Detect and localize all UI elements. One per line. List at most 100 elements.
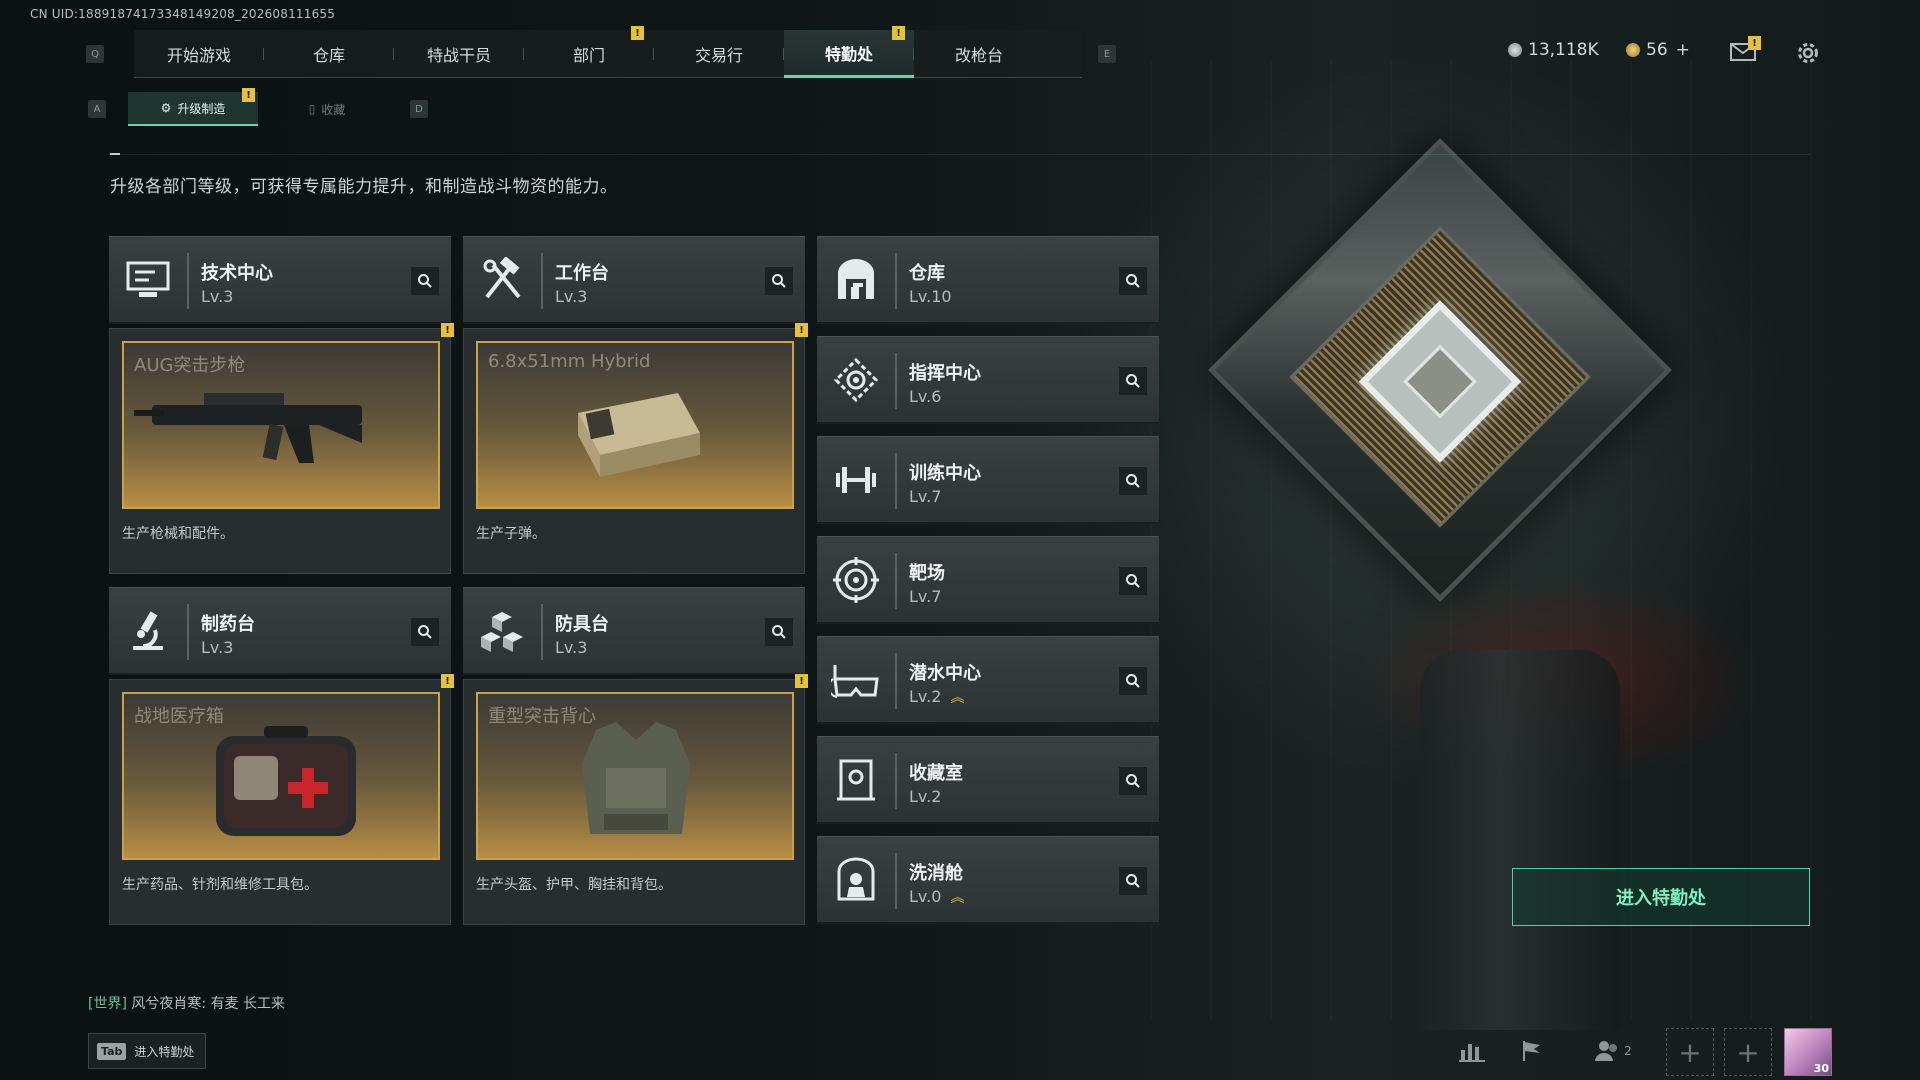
dept-decon-chamber[interactable]: 洗消舱 Lv.0 ︽ [817,836,1159,924]
craft-alert-badge: ! [441,674,454,688]
dept-tech-center[interactable]: 技术中心 Lv.3 [109,236,451,324]
dept-pharmacy[interactable]: 制药台 Lv.3 [109,587,451,675]
world-chat-line[interactable]: [世界] 风兮夜肖寒: 有麦 长工来 [88,993,285,1013]
craft-item-image[interactable]: 重型突击背心 [476,692,794,860]
decon-icon [831,855,881,905]
separator [895,453,897,509]
search-button[interactable] [765,267,793,295]
separator [895,353,897,409]
dept-workbench[interactable]: 工作台 Lv.3 [463,236,805,324]
dept-level-row: Lv.0 ︽ [909,887,965,907]
dept-level: Lv.3 [555,287,588,306]
dept-collection-room[interactable]: 收藏室 Lv.2 [817,736,1159,824]
settings-button[interactable] [1794,39,1822,67]
token-icon [1626,43,1640,57]
search-button[interactable] [411,618,439,646]
dept-level: Lv.0 [909,887,942,906]
search-icon [1126,374,1140,388]
tab-collection[interactable]: ▯ 收藏 [262,92,392,126]
dept-shooting-range[interactable]: 靶场 Lv.7 [817,536,1159,624]
tab-enter-hint[interactable]: Tab 进入特勤处 [88,1033,206,1069]
search-button[interactable] [1119,367,1147,395]
craft-description: 生产药品、针剂和维修工具包。 [122,877,318,893]
warehouse-icon [831,255,881,305]
separator [895,753,897,809]
player-avatar[interactable]: 30 [1784,1028,1832,1076]
search-icon [1126,774,1140,788]
chat-colon: : [201,996,211,1012]
dept-name: 靶场 [909,563,945,584]
search-icon [772,625,786,639]
plus-icon: + [1678,1035,1702,1069]
tab-gunsmith[interactable]: 改枪台 [914,30,1044,78]
microscope-icon [123,606,173,656]
craft-description: 生产枪械和配件。 [122,526,234,542]
flag-icon [1523,1041,1540,1061]
friends-button[interactable]: 2 [1588,1028,1638,1074]
separator [187,253,189,309]
chat-sender: 风兮夜肖寒 [131,996,202,1012]
craft-panel-armor[interactable]: 重型突击背心 ! 生产头盔、护甲、胸挂和背包。 [463,674,808,925]
dept-training-center[interactable]: 训练中心 Lv.7 [817,436,1159,524]
tab-upgrade-craft[interactable]: ⚙ 升级制造 [128,92,258,126]
sub-nav: A ⚙ 升级制造 ! ▯ 收藏 D [86,88,436,126]
tab-collection-label: 收藏 [321,102,346,117]
search-icon [418,625,432,639]
tab-start-game[interactable]: 开始游戏 [134,30,264,78]
currency-coins[interactable]: 13,118K [1508,40,1599,60]
flag-button[interactable] [1512,1028,1552,1074]
computer-icon [123,255,173,305]
friends-icon [1595,1041,1618,1061]
dept-armor-bench[interactable]: 防具台 Lv.3 [463,587,805,675]
page-description: 升级各部门等级，可获得专属能力提升，和制造战斗物资的能力。 [110,177,618,197]
search-icon [772,274,786,288]
currency-tokens[interactable]: 56 + [1626,40,1690,60]
key-hint-a: A [88,100,106,118]
craft-panel-workbench[interactable]: 6.8x51mm Hybrid ! 生产子弹。 [463,323,808,574]
collection-icon [831,755,881,805]
divider-mark [110,153,120,155]
dept-command-center[interactable]: 指挥中心 Lv.6 [817,336,1159,424]
tab-hint-label: 进入特勤处 [134,1044,195,1059]
background-pillar [1420,650,1620,1030]
add-slot-button-1[interactable]: + [1666,1028,1714,1076]
search-button[interactable] [1119,267,1147,295]
craft-panel-tech[interactable]: AUG突击步枪 ! 生产枪械和配件。 [109,323,454,574]
search-icon [418,274,432,288]
tab-trading[interactable]: 交易行 [654,30,784,78]
search-button[interactable] [1119,467,1147,495]
plus-icon: + [1736,1035,1760,1069]
dept-level: Lv.2 [909,787,942,806]
craft-item-image[interactable]: 6.8x51mm Hybrid [476,341,794,509]
search-button[interactable] [1119,567,1147,595]
search-button[interactable] [765,618,793,646]
dept-level: Lv.3 [201,287,234,306]
key-hint-q: Q [86,45,104,63]
dept-level: Lv.3 [555,638,588,657]
craft-description: 生产子弹。 [476,526,546,542]
tab-operators[interactable]: 特战干员 [394,30,524,78]
tab-warehouse[interactable]: 仓库 [264,30,394,78]
enter-special-ops-button[interactable]: 进入特勤处 [1512,868,1810,926]
dept-level: Lv.3 [201,638,234,657]
dept-diving-center[interactable]: 潜水中心 Lv.2 ︽ [817,636,1159,724]
dept-level: Lv.2 [909,687,942,706]
dept-name: 工作台 [555,263,609,284]
search-button[interactable] [1119,667,1147,695]
dept-warehouse[interactable]: 仓库 Lv.10 [817,236,1159,324]
dept-name: 仓库 [909,263,945,284]
search-button[interactable] [1119,867,1147,895]
separator [895,653,897,709]
craft-panel-pharmacy[interactable]: 战地医疗箱 ! 生产药品、针剂和维修工具包。 [109,674,454,925]
search-icon [1126,274,1140,288]
stats-button[interactable] [1452,1028,1492,1074]
craft-item-image[interactable]: AUG突击步枪 [122,341,440,509]
key-hint-e: E [1098,45,1116,63]
rifle-icon [134,393,362,463]
craft-item-image[interactable]: 战地医疗箱 [122,692,440,860]
add-tokens-button[interactable]: + [1676,40,1690,60]
add-slot-button-2[interactable]: + [1724,1028,1772,1076]
search-button[interactable] [1119,767,1147,795]
search-button[interactable] [411,267,439,295]
dept-name: 训练中心 [909,463,981,484]
